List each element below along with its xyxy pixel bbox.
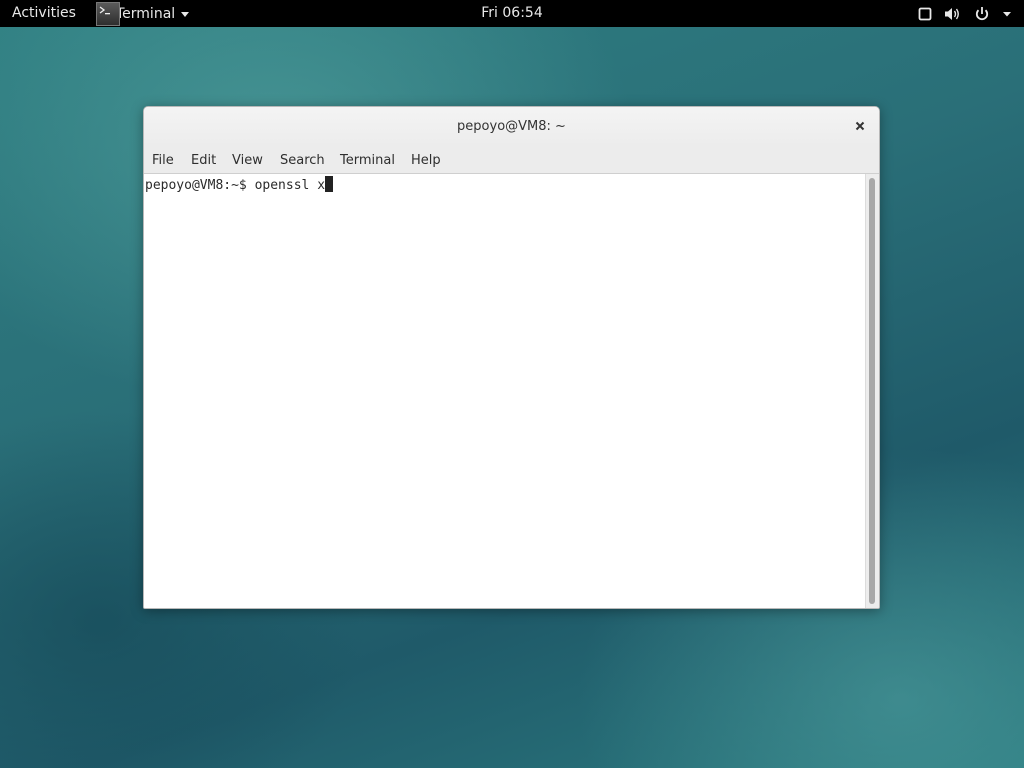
menu-help[interactable]: Help (411, 153, 441, 168)
vertical-scrollbar[interactable] (865, 174, 879, 608)
scrollbar-thumb[interactable] (869, 178, 875, 604)
volume-icon[interactable] (944, 6, 962, 22)
close-button[interactable] (853, 119, 867, 133)
window-title: pepoyo@VM8: ~ (457, 119, 566, 134)
menu-search[interactable]: Search (280, 153, 325, 168)
terminal-output[interactable]: pepoyo@VM8:~$ openssl x (144, 174, 865, 608)
screen-icon[interactable] (918, 7, 932, 21)
terminal-window[interactable]: pepoyo@VM8: ~ File Edit View Search Term… (143, 106, 880, 609)
menu-bar: File Edit View Search Terminal Help (144, 146, 879, 174)
shell-prompt: pepoyo@VM8:~$ (145, 178, 255, 193)
menu-view[interactable]: View (232, 153, 263, 168)
prompt-line: pepoyo@VM8:~$ openssl x (145, 176, 334, 193)
top-bar: Activities Terminal Fri 06:54 (0, 0, 1024, 27)
typed-command: openssl x (254, 178, 326, 193)
text-cursor (325, 176, 334, 192)
power-icon[interactable] (974, 6, 990, 22)
status-area[interactable] (906, 0, 1012, 27)
menu-terminal[interactable]: Terminal (340, 153, 395, 168)
close-icon (855, 121, 865, 131)
chevron-down-icon[interactable] (1002, 10, 1012, 18)
clock[interactable]: Fri 06:54 (0, 5, 1024, 21)
window-titlebar[interactable]: pepoyo@VM8: ~ (144, 107, 879, 146)
menu-edit[interactable]: Edit (191, 153, 216, 168)
menu-file[interactable]: File (152, 153, 174, 168)
